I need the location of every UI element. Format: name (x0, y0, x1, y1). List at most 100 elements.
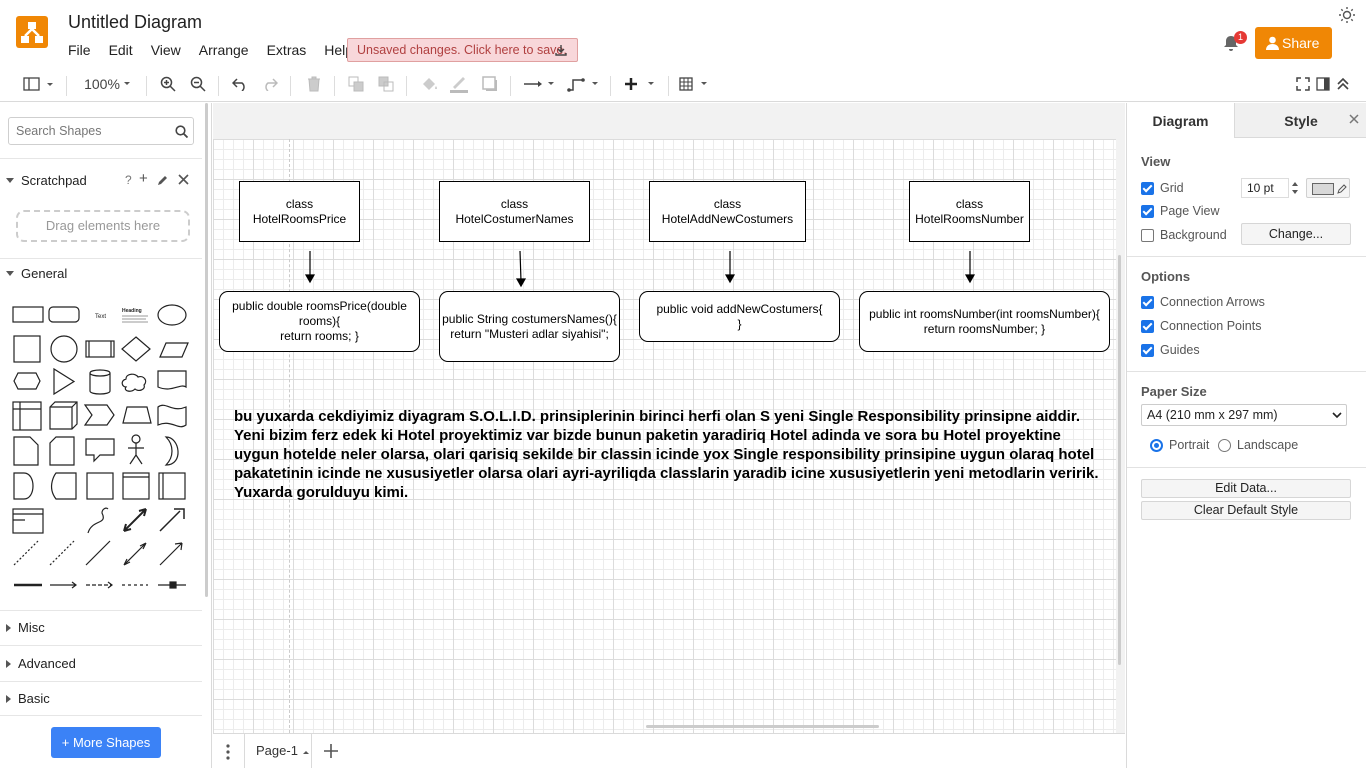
tab-style[interactable]: Style (1234, 103, 1366, 138)
general-header[interactable]: General (6, 266, 67, 281)
guides-checkbox[interactable]: Guides (1141, 343, 1200, 357)
checkbox-checked-icon (1141, 295, 1154, 309)
tab-diagram[interactable]: Diagram (1127, 103, 1234, 138)
eyedropper-icon (1337, 184, 1347, 194)
share-label: Share (1282, 35, 1320, 51)
zoom-dropdown[interactable]: 100% (80, 70, 136, 98)
edit-data-button[interactable]: Edit Data... (1141, 479, 1351, 498)
to-front-button[interactable] (346, 70, 366, 98)
page-view-checkbox[interactable]: Page View (1141, 204, 1220, 218)
undo-button[interactable] (230, 70, 250, 98)
shadow-button[interactable] (480, 70, 500, 98)
insert-icon (625, 78, 654, 90)
menu-file[interactable]: File (68, 42, 97, 58)
canvas-horizontal-scrollbar[interactable] (646, 725, 879, 728)
menu-arrange[interactable]: Arrange (199, 42, 255, 58)
scratchpad-header[interactable]: Scratchpad (6, 173, 87, 188)
portrait-radio[interactable]: Portrait (1150, 438, 1209, 452)
zoom-in-button[interactable] (158, 70, 178, 98)
method-box-rooms-price[interactable]: public double roomsPrice(double rooms){ … (219, 291, 420, 352)
grid-size-input[interactable]: 10 pt (1241, 178, 1289, 198)
advanced-label: Advanced (18, 656, 76, 671)
portrait-label: Portrait (1169, 438, 1210, 452)
delete-button[interactable] (304, 70, 324, 98)
line-color-button[interactable] (448, 70, 470, 98)
checkbox-checked-icon (1141, 181, 1154, 195)
waypoints-button[interactable] (566, 70, 600, 98)
explanation-text[interactable]: bu yuxarda cekdiyimiz diyagram S.O.L.I.D… (234, 407, 1104, 502)
options-section-title: Options (1141, 269, 1191, 284)
basic-label: Basic (18, 691, 50, 706)
redo-button[interactable] (260, 70, 280, 98)
menu-view[interactable]: View (151, 42, 187, 58)
sidebar-scrollbar[interactable] (205, 103, 208, 597)
method-box-rooms-number[interactable]: public int roomsNumber(int roomsNumber){… (859, 291, 1110, 352)
sidebar-toggle-button[interactable] (20, 70, 56, 98)
toolbar: 100% (0, 70, 1366, 102)
basic-header[interactable]: Basic (6, 691, 50, 706)
scratchpad-drop-zone[interactable]: Drag elements here (16, 210, 190, 242)
grid-checkbox[interactable]: Grid (1141, 181, 1184, 195)
fullscreen-button[interactable] (1294, 70, 1312, 98)
grid-size-stepper[interactable] (1290, 179, 1300, 197)
share-button[interactable]: Share (1255, 27, 1332, 59)
method-box-add-new-costumers[interactable]: public void addNewCostumers{ } (639, 291, 840, 342)
app-window: Untitled Diagram File Edit View Arrange … (0, 0, 1366, 768)
waypoints-icon (567, 78, 598, 92)
change-background-button[interactable]: Change... (1241, 223, 1351, 245)
scratchpad-help-button[interactable]: ? (125, 173, 132, 187)
close-panel-icon[interactable] (1349, 114, 1359, 124)
tab-page-1[interactable]: Page-1 (244, 734, 312, 768)
zoom-out-button[interactable] (188, 70, 208, 98)
to-back-button[interactable] (376, 70, 396, 98)
fill-color-button[interactable] (418, 70, 440, 98)
insert-button[interactable] (622, 70, 658, 98)
general-shape-palette[interactable]: Text Heading (8, 299, 198, 599)
chevron-down-icon (123, 82, 130, 85)
search-shapes-input[interactable]: Search Shapes (8, 117, 194, 145)
connection-arrows-checkbox[interactable]: Connection Arrows (1141, 295, 1265, 309)
caret-right-icon (6, 623, 11, 632)
caret-down-icon (6, 178, 14, 183)
shape-triangle (53, 367, 76, 396)
pages-menu-icon[interactable] (225, 744, 231, 760)
shape-container (12, 401, 42, 431)
format-panel-button[interactable] (1314, 70, 1332, 98)
canvas-vertical-scrollbar[interactable] (1118, 255, 1121, 665)
shapes-sidebar: Search Shapes Scratchpad ? + Drag elemen… (0, 103, 212, 768)
diagram-page[interactable]: class HotelRoomsPrice class HotelCostume… (213, 139, 1116, 733)
table-button[interactable] (678, 70, 712, 98)
landscape-radio[interactable]: Landscape (1218, 438, 1298, 452)
advanced-header[interactable]: Advanced (6, 656, 76, 671)
scratchpad-label: Scratchpad (21, 173, 87, 188)
menu-edit[interactable]: Edit (109, 42, 139, 58)
method-box-costumer-names[interactable]: public String costumersNames(){ return "… (439, 291, 620, 362)
drawio-logo[interactable] (16, 16, 48, 48)
general-label: General (21, 266, 68, 281)
collapse-button[interactable] (1334, 70, 1352, 98)
save-icon (555, 45, 567, 56)
misc-header[interactable]: Misc (6, 620, 45, 635)
unsaved-changes-button[interactable]: Unsaved changes. Click here to save. (347, 38, 578, 62)
theme-toggle-icon[interactable] (1338, 6, 1356, 24)
add-page-icon[interactable] (324, 744, 338, 758)
connection-style-button[interactable] (522, 70, 556, 98)
menu-extras[interactable]: Extras (267, 42, 313, 58)
background-checkbox[interactable]: Background (1141, 228, 1227, 242)
search-placeholder: Search Shapes (16, 124, 102, 138)
more-shapes-button[interactable]: + More Shapes (51, 727, 161, 758)
shape-parallelogram (159, 342, 189, 358)
diagram-title[interactable]: Untitled Diagram (68, 12, 202, 33)
scratchpad-add-button[interactable]: + (139, 170, 148, 187)
grid-color-button[interactable] (1306, 178, 1350, 198)
paper-size-select[interactable]: A4 (210 mm x 297 mm) (1141, 404, 1347, 426)
edit-pencil-icon[interactable] (157, 174, 169, 186)
clear-default-style-button[interactable]: Clear Default Style (1141, 501, 1351, 520)
connection-points-checkbox[interactable]: Connection Points (1141, 319, 1261, 333)
shape-hexagon (13, 372, 41, 390)
page-view-label: Page View (1160, 204, 1220, 218)
guides-label: Guides (1160, 343, 1200, 357)
close-icon[interactable] (178, 174, 189, 185)
diagram-canvas[interactable]: class HotelRoomsPrice class HotelCostume… (213, 103, 1125, 733)
collapse-icon (1337, 77, 1349, 90)
